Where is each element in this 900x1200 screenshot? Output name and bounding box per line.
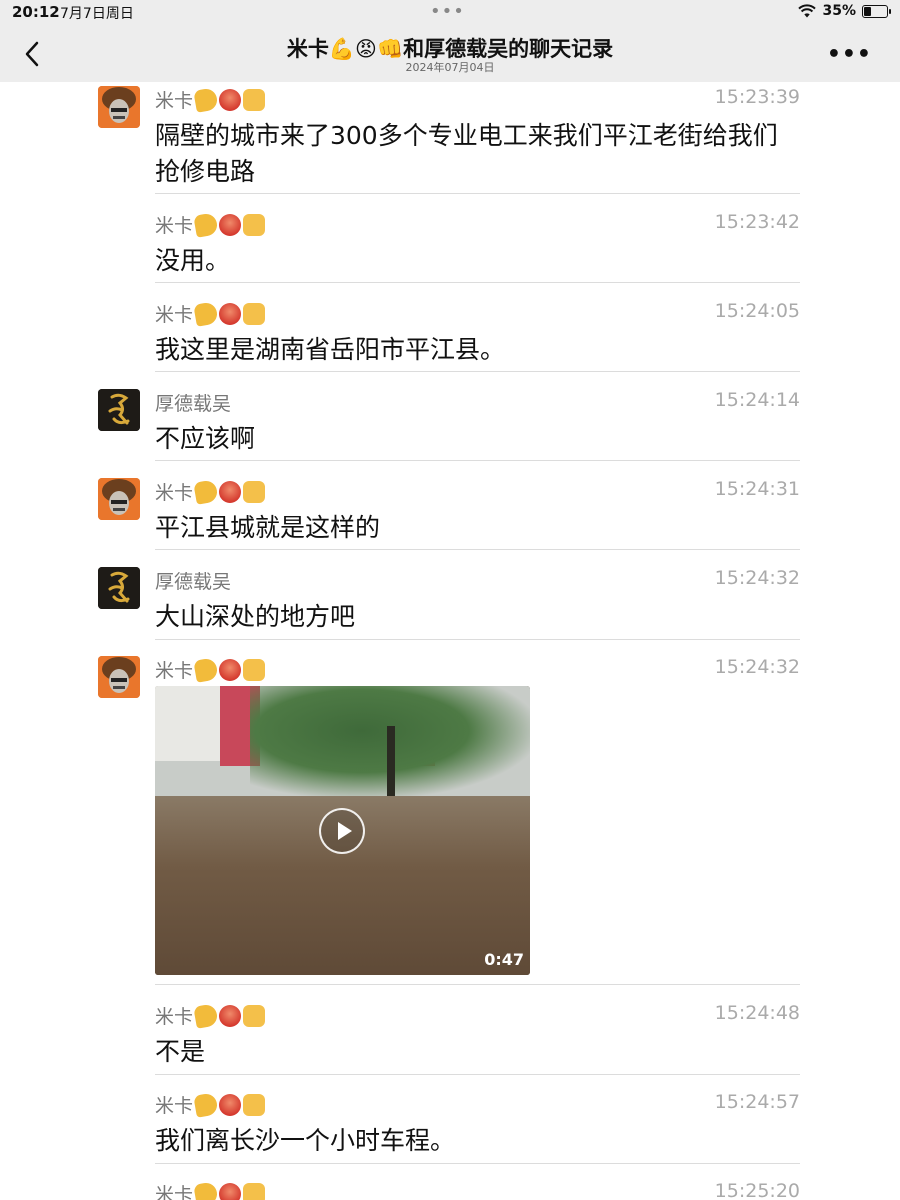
message-divider <box>155 549 800 550</box>
message-time: 15:24:31 <box>714 478 800 500</box>
message-divider <box>155 1074 800 1075</box>
message-time: 15:23:42 <box>714 211 800 233</box>
flexed-biceps-emoji-icon <box>193 479 219 505</box>
avatar-houde[interactable] <box>98 567 140 609</box>
flexed-biceps-emoji-icon <box>193 212 219 238</box>
message-text[interactable]: 我们离长沙一个小时车程。 <box>155 1123 800 1159</box>
video-message-thumbnail[interactable]: 0:47 <box>155 686 530 975</box>
fist-emoji-icon <box>243 659 266 681</box>
sender-name: 米卡 <box>155 1091 266 1118</box>
message-divider <box>155 371 800 372</box>
flexed-biceps-emoji-icon <box>193 1092 219 1118</box>
sender-name: 米卡 <box>155 86 266 113</box>
avatar-mika[interactable] <box>98 86 140 128</box>
status-indicators: 35% <box>798 3 891 19</box>
angry-face-emoji-icon <box>219 481 242 503</box>
chat-message: 米卡 15:24:48 不是 <box>0 1002 900 1075</box>
wifi-icon <box>798 4 817 18</box>
message-divider <box>155 639 800 640</box>
flexed-biceps-emoji-icon <box>193 1181 219 1200</box>
message-text[interactable]: 不是 <box>155 1034 800 1070</box>
sender-name: 米卡 <box>155 478 266 505</box>
message-text[interactable]: 隔壁的城市来了300多个专业电工来我们平江老街给我们抢修电路 <box>155 118 800 190</box>
message-time: 15:24:32 <box>714 567 800 589</box>
sender-name: 米卡 <box>155 300 266 327</box>
message-text[interactable]: 没用。 <box>155 243 800 279</box>
page-subtitle: 2024年07月04日 <box>405 61 495 74</box>
chat-message: 米卡 15:24:31 平江县城就是这样的 <box>0 478 900 550</box>
angry-face-emoji-icon <box>219 214 242 236</box>
message-time: 15:24:57 <box>714 1091 800 1113</box>
message-text[interactable]: 大山深处的地方吧 <box>155 599 800 635</box>
message-time: 15:24:14 <box>714 389 800 411</box>
video-duration: 0:47 <box>484 950 524 969</box>
sender-name: 厚德载吴 <box>155 393 232 415</box>
message-divider <box>155 460 800 461</box>
message-time: 15:25:20 <box>714 1180 800 1200</box>
fist-emoji-icon <box>243 1183 266 1200</box>
more-icon[interactable]: ••• <box>827 42 872 67</box>
message-time: 15:24:05 <box>714 300 800 322</box>
chat-message: 厚德载吴 15:24:32 大山深处的地方吧 <box>0 567 900 640</box>
flexed-biceps-emoji-icon <box>193 1003 219 1029</box>
message-text[interactable]: 不应该啊 <box>155 421 800 457</box>
fist-emoji-icon <box>243 303 266 325</box>
status-time: 20:12 <box>12 3 60 21</box>
sender-name: 厚德载吴 <box>155 571 232 593</box>
battery-icon <box>862 4 891 18</box>
sender-name: 米卡 <box>155 656 266 683</box>
flexed-biceps-emoji-icon <box>193 301 219 327</box>
angry-face-emoji-icon <box>219 1005 242 1027</box>
flexed-biceps-emoji-icon <box>193 657 219 683</box>
flexed-biceps-emoji-icon <box>193 87 219 113</box>
fist-emoji-icon <box>243 1005 266 1027</box>
video-frame-shopfront <box>155 686 220 761</box>
message-text[interactable]: 我这里是湖南省岳阳市平江县。 <box>155 332 800 368</box>
chat-message: 米卡 15:24:57 我们离长沙一个小时车程。 <box>0 1091 900 1164</box>
message-divider <box>155 984 800 985</box>
chat-message: 米卡 15:23:42 没用。 <box>0 211 900 283</box>
chat-message: 厚德载吴 15:24:14 不应该啊 <box>0 389 900 461</box>
message-divider <box>155 282 800 283</box>
battery-percent: 35% <box>822 3 856 19</box>
fist-emoji-icon <box>243 1094 266 1116</box>
avatar-mika[interactable] <box>98 478 140 520</box>
angry-face-emoji-icon <box>219 89 242 111</box>
status-date: 7月7日周日 <box>60 6 134 22</box>
sender-name: 米卡 <box>155 1002 266 1029</box>
nav-bar: 米卡💪😡👊和厚德载吴的聊天记录 2024年07月04日 ••• <box>0 28 900 82</box>
message-divider <box>155 1163 800 1164</box>
angry-face-emoji-icon <box>219 303 242 325</box>
chat-message: 米卡 15:25:20 <box>0 1180 900 1200</box>
avatar-houde[interactable] <box>98 389 140 431</box>
message-text[interactable]: 平江县城就是这样的 <box>155 510 800 546</box>
message-time: 15:24:48 <box>714 1002 800 1024</box>
fist-emoji-icon <box>243 214 266 236</box>
angry-face-emoji-icon <box>219 1094 242 1116</box>
message-divider <box>155 193 800 194</box>
multitasking-dots-icon[interactable]: ••• <box>430 1 465 22</box>
avatar-mika[interactable] <box>98 656 140 698</box>
status-bar: 20:12 7月7日周日 ••• 35% <box>0 0 900 28</box>
battery-fill <box>864 6 871 16</box>
play-icon[interactable] <box>319 808 365 854</box>
video-frame-tree-trunk <box>387 726 395 806</box>
angry-face-emoji-icon <box>219 659 242 681</box>
chat-message: 米卡 15:23:39 隔壁的城市来了300多个专业电工来我们平江老街给我们抢修… <box>0 86 900 194</box>
sender-name: 米卡 <box>155 1180 266 1200</box>
sender-name: 米卡 <box>155 211 266 238</box>
chat-message: 米卡 15:24:05 我这里是湖南省岳阳市平江县。 <box>0 300 900 372</box>
angry-face-emoji-icon <box>219 1183 242 1200</box>
fist-emoji-icon <box>243 89 266 111</box>
fist-emoji-icon <box>243 481 266 503</box>
message-time: 15:23:39 <box>714 86 800 108</box>
message-time: 15:24:32 <box>714 656 800 678</box>
